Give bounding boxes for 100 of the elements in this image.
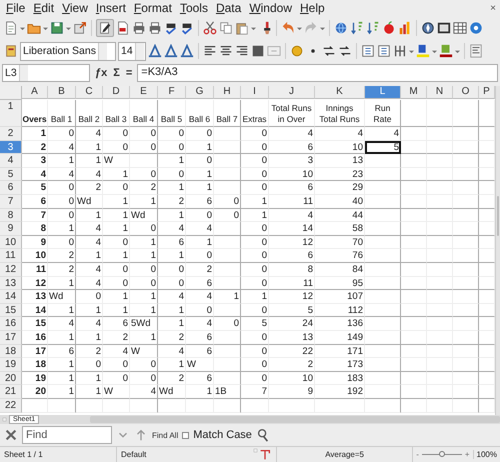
clipboard-icon[interactable] (235, 21, 249, 36)
menu-item[interactable]: File (4, 1, 32, 16)
caret-icon[interactable] (320, 26, 325, 31)
column-header[interactable]: J (269, 86, 315, 100)
folder-icon[interactable] (27, 21, 41, 36)
row-header[interactable]: 1 (0, 100, 22, 128)
document-icon[interactable] (4, 21, 18, 36)
undo-icon[interactable] (281, 21, 295, 36)
row-header[interactable]: 9 (0, 222, 22, 236)
column-header[interactable]: K (315, 86, 365, 100)
column-header[interactable]: H (214, 86, 241, 100)
row-header[interactable]: 2 (0, 127, 22, 141)
bar-chart-icon[interactable] (398, 21, 412, 36)
vertical-scrollbar[interactable] (495, 86, 500, 416)
highlight-color-icon[interactable] (416, 44, 430, 58)
column-header[interactable]: G (186, 86, 214, 100)
row-header[interactable]: 14 (0, 290, 22, 304)
menu-item[interactable]: Insert (94, 1, 132, 16)
row-header[interactable]: 3 (0, 140, 22, 154)
copy-icon[interactable] (219, 21, 233, 36)
scissors-icon[interactable] (203, 21, 217, 36)
find-all-button[interactable]: Find All (152, 430, 178, 440)
close-icon[interactable] (4, 428, 18, 442)
table-icon[interactable] (453, 21, 467, 36)
menu-item[interactable]: Tools (178, 1, 214, 16)
row-header[interactable]: 17 (0, 330, 22, 345)
menu-item[interactable]: Edit (31, 1, 60, 16)
font-style-icon[interactable] (164, 44, 178, 58)
font-style-icon[interactable] (180, 44, 194, 58)
sort-icon[interactable] (366, 21, 380, 36)
row-header[interactable]: 22 (0, 398, 22, 412)
row-header[interactable]: 20 (0, 372, 22, 386)
columns-icon[interactable] (393, 44, 407, 58)
row-header[interactable]: 7 (0, 195, 22, 209)
row-header[interactable]: 10 (0, 236, 22, 250)
row-header[interactable]: 8 (0, 208, 22, 222)
spellcheck-icon[interactable] (164, 21, 178, 36)
row-header[interactable]: 19 (0, 358, 22, 372)
arrows-icon[interactable] (338, 44, 352, 58)
sort-icon[interactable] (350, 21, 364, 36)
frame-icon[interactable] (437, 21, 451, 36)
find-field[interactable]: Find (22, 426, 112, 444)
column-header[interactable]: C (76, 86, 103, 100)
column-header[interactable]: N (427, 86, 453, 100)
printer-icon[interactable] (132, 21, 146, 36)
column-header[interactable]: M (401, 86, 427, 100)
sum-button[interactable]: Σ (112, 67, 121, 80)
menu-item[interactable]: Format (132, 1, 178, 16)
formula-field[interactable]: =K3/A3 (137, 64, 498, 82)
row-header[interactable]: 6 (0, 181, 22, 195)
active-cell[interactable]: 5 (365, 140, 401, 154)
caret-icon[interactable] (297, 26, 302, 31)
caret-icon[interactable] (455, 48, 460, 54)
row-header[interactable]: 13 (0, 276, 22, 290)
row-header[interactable]: 18 (0, 344, 22, 358)
menu-item[interactable]: Window (247, 1, 298, 16)
help-icon[interactable] (469, 21, 483, 36)
column-header[interactable]: A (22, 86, 48, 100)
column-header[interactable]: L (365, 86, 401, 100)
column-header[interactable]: P (479, 86, 495, 100)
compass-icon[interactable] (421, 21, 435, 36)
apple-icon[interactable] (382, 21, 396, 36)
caret-icon[interactable] (20, 26, 25, 31)
font-size-dropdown[interactable]: 14 (118, 42, 146, 61)
font-style-icon[interactable] (148, 44, 162, 58)
background-color-icon[interactable] (439, 44, 453, 58)
caret-icon[interactable] (66, 26, 71, 31)
menu-item[interactable]: Data (214, 1, 248, 16)
row-header[interactable]: 11 (0, 249, 22, 263)
spellcheck-icon[interactable] (180, 21, 194, 36)
column-header[interactable]: O (453, 86, 479, 100)
justify-icon[interactable] (251, 44, 265, 58)
arrows-icon[interactable] (322, 44, 336, 58)
merge-cells-icon[interactable] (267, 44, 281, 58)
zoom-in-button[interactable]: + (464, 450, 470, 460)
menu-item[interactable]: View (60, 1, 94, 16)
find-replace-icon[interactable] (256, 428, 270, 442)
formula-button[interactable]: = (124, 67, 134, 80)
caret-icon[interactable] (409, 48, 414, 54)
column-header[interactable]: I (241, 86, 269, 100)
name-box[interactable]: L3 (2, 64, 90, 82)
caret-icon[interactable] (251, 26, 256, 31)
font-name-dropdown[interactable]: Liberation Sans (20, 42, 116, 61)
column-header[interactable]: E (130, 86, 158, 100)
globe-icon[interactable] (334, 21, 348, 36)
edit-icon[interactable] (98, 21, 112, 36)
close-button[interactable]: × (490, 2, 496, 14)
row-header[interactable]: 12 (0, 262, 22, 277)
indent-icon[interactable] (361, 44, 375, 58)
row-header[interactable]: 21 (0, 385, 22, 399)
row-header[interactable]: 5 (0, 168, 22, 182)
row-header[interactable]: 16 (0, 317, 22, 331)
horizontal-scrollbar[interactable] (90, 416, 500, 424)
lines-icon[interactable] (469, 44, 483, 58)
zoom-out-button[interactable]: - (416, 450, 419, 460)
match-case-checkbox[interactable] (182, 432, 190, 439)
column-header[interactable]: F (158, 86, 186, 100)
column-header[interactable]: B (48, 86, 76, 100)
print-preview-icon[interactable] (148, 21, 162, 36)
caret-icon[interactable] (432, 48, 437, 54)
